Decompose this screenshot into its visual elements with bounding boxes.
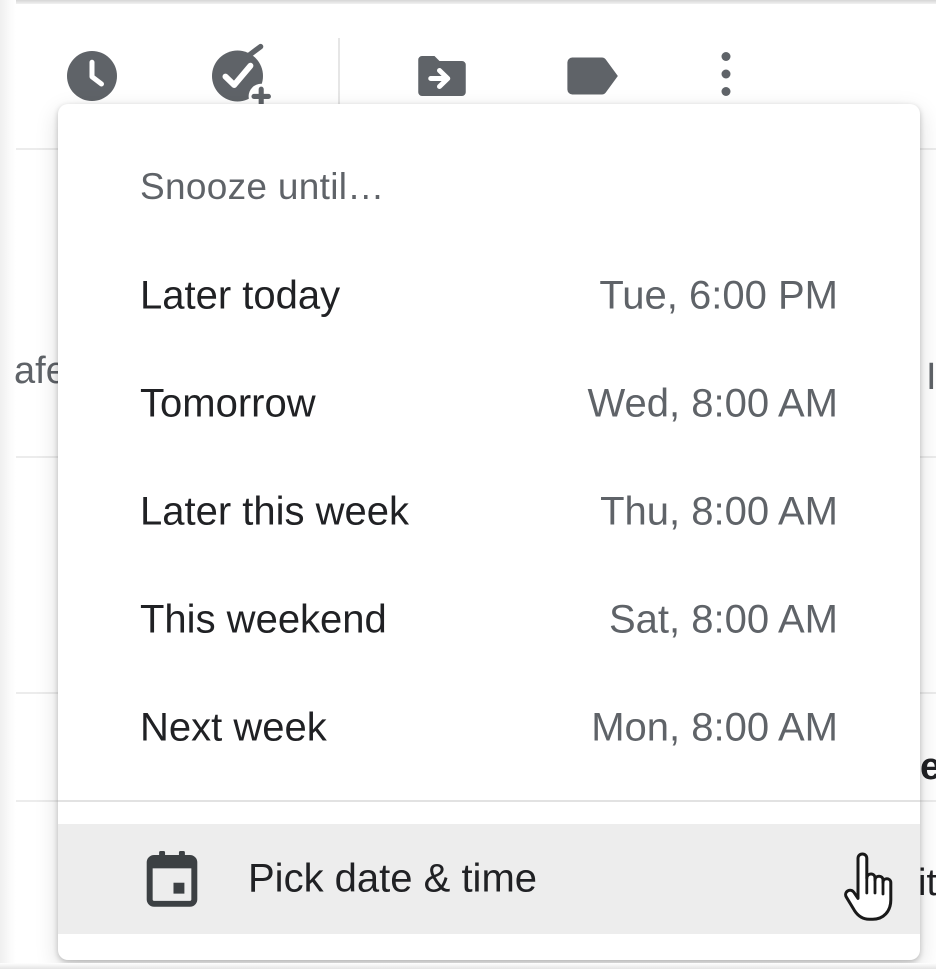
snooze-option-tomorrow[interactable]: Tomorrow Wed, 8:00 AM: [58, 350, 920, 458]
snooze-option-time: Thu, 8:00 AM: [600, 489, 838, 534]
snooze-option-later-this-week[interactable]: Later this week Thu, 8:00 AM: [58, 458, 920, 566]
add-to-tasks-icon[interactable]: [206, 40, 278, 112]
snooze-option-label: Later this week: [140, 489, 410, 534]
snooze-option-time: Mon, 8:00 AM: [591, 705, 838, 750]
toolbar-divider: [338, 38, 340, 110]
label-icon[interactable]: [560, 46, 624, 106]
snooze-option-next-week[interactable]: Next week Mon, 8:00 AM: [58, 674, 920, 782]
snooze-icon[interactable]: [62, 46, 122, 106]
snooze-option-time: Sat, 8:00 AM: [608, 597, 838, 642]
snooze-option-label: This weekend: [140, 597, 387, 642]
background-text-fragment: afe: [14, 350, 58, 392]
snooze-option-later-today[interactable]: Later today Tue, 6:00 PM: [58, 242, 920, 350]
pick-date-time-option[interactable]: Pick date & time: [58, 824, 920, 934]
snooze-menu: Snooze until… Later today Tue, 6:00 PM T…: [58, 104, 920, 960]
calendar-icon: [146, 850, 198, 907]
gmail-snooze-screen: afe I e it Snooze until… Later today Tue…: [0, 0, 936, 969]
snooze-option-label: Later today: [140, 273, 341, 318]
hand-cursor-icon: [844, 852, 893, 921]
move-to-icon[interactable]: [412, 46, 472, 106]
more-vert-icon[interactable]: [710, 44, 742, 104]
snooze-option-time: Tue, 6:00 PM: [599, 273, 838, 318]
snooze-option-label: Next week: [140, 705, 327, 750]
screen-edge-bottom: [0, 963, 936, 969]
snooze-menu-header: Snooze until…: [140, 166, 385, 207]
background-text-fragment: e: [920, 746, 936, 788]
background-text-fragment: it: [918, 862, 936, 904]
snooze-option-time: Wed, 8:00 AM: [587, 381, 838, 426]
snooze-option-label: Tomorrow: [140, 381, 316, 426]
background-text-fragment: I: [926, 356, 936, 398]
menu-divider: [58, 800, 920, 802]
snooze-option-this-weekend[interactable]: This weekend Sat, 8:00 AM: [58, 566, 920, 674]
pick-date-time-label: Pick date & time: [248, 856, 538, 901]
